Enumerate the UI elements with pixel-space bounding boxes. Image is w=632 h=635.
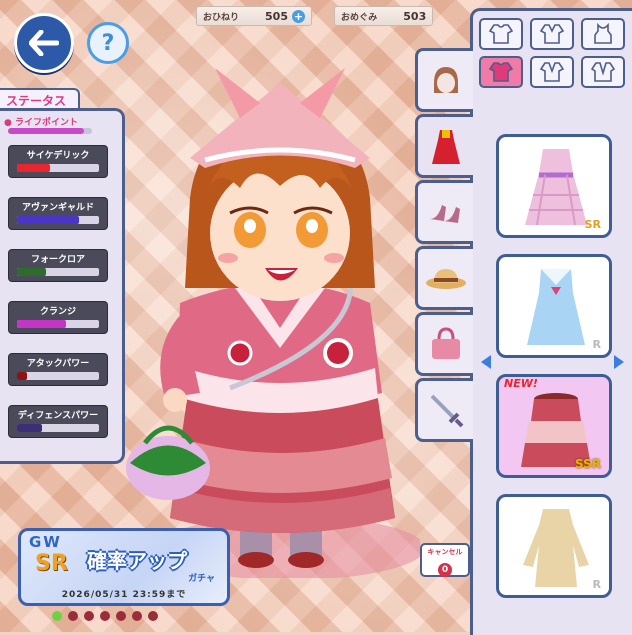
rarity-label: R <box>592 338 601 351</box>
stat-name: ディフェンスパワー <box>17 411 99 421</box>
stat-bar-fill <box>17 216 79 224</box>
new-badge: NEW! <box>504 377 538 390</box>
status-title: ステータス <box>0 88 80 110</box>
stat-card: サイケデリック <box>8 145 108 178</box>
pager-dot[interactable] <box>132 611 142 621</box>
stat-bar <box>17 164 99 172</box>
gacha-banner[interactable]: GW SR 確率アップ ガチャ 2026/05/31 23:59まで <box>18 528 230 606</box>
scroll-right-arrow[interactable] <box>614 355 624 369</box>
stat-bar <box>17 216 99 224</box>
tab-hair[interactable] <box>415 48 473 112</box>
hair-icon <box>433 67 458 93</box>
category-tshirt-tab[interactable] <box>479 56 523 88</box>
stat-bar-fill <box>17 268 46 276</box>
blouse-icon <box>488 24 514 44</box>
currency-label: おひねり <box>203 12 240 23</box>
stat-card: アタックパワー <box>8 353 108 386</box>
beige-dress-icon <box>523 509 589 587</box>
hat-icon <box>425 269 466 289</box>
currency-ohineri: おひねり 505 + <box>196 6 312 26</box>
life-point-text: ライフポイント <box>15 118 79 128</box>
rarity-label: SR <box>584 218 601 231</box>
add-currency-button[interactable]: + <box>291 9 305 23</box>
stat-bar-fill <box>17 372 27 380</box>
stat-bar-fill <box>17 424 42 432</box>
cancel-button[interactable]: キャンセル 0 <box>420 543 470 577</box>
tab-bag[interactable] <box>415 312 473 376</box>
stat-name: サイケデリック <box>26 151 90 161</box>
tab-weapon[interactable] <box>415 378 473 442</box>
cancel-count: 0 <box>438 563 452 577</box>
rarity-label: SSR <box>575 457 601 471</box>
stat-card: アヴァンギャルド <box>8 197 108 230</box>
tshirt-icon <box>488 62 514 82</box>
back-button[interactable] <box>14 13 74 73</box>
category-blouse-tab[interactable] <box>479 18 523 50</box>
bag-icon <box>431 327 460 359</box>
pink-plaid-dress-icon <box>525 149 587 226</box>
banner-gw: GW <box>29 533 62 551</box>
pager-dot[interactable] <box>52 611 62 621</box>
currency-omegumi: おめぐみ 503 <box>333 6 434 26</box>
category-sailor-tab[interactable] <box>530 56 574 88</box>
stat-name: クランジ <box>39 307 76 317</box>
stat-name: アヴァンギャルド <box>21 203 94 213</box>
banner-sr: SR <box>35 551 68 576</box>
banner-pager <box>52 611 158 621</box>
sailor-top-icon <box>539 62 565 82</box>
life-point-bar <box>8 128 92 134</box>
life-point-label: ● ライフポイント <box>4 118 79 128</box>
wardrobe-item-selected[interactable]: NEW! SSR <box>496 374 612 478</box>
shirt-icon <box>539 24 565 44</box>
stat-bar-fill <box>17 164 50 172</box>
character-avatar <box>126 68 420 578</box>
stat-card: フォークロア <box>8 249 108 282</box>
banner-date: 2026/05/31 23:59まで <box>61 590 187 600</box>
banner-sub: ガチャ <box>188 574 215 584</box>
stat-card: ディフェンスパワー <box>8 405 108 438</box>
jacket-icon <box>590 62 616 82</box>
shoes-icon <box>429 205 460 223</box>
pager-dot[interactable] <box>84 611 94 621</box>
scroll-left-arrow[interactable] <box>481 355 491 369</box>
stat-bar-fill <box>17 320 67 328</box>
rarity-label: R <box>592 578 601 591</box>
stat-name: アタックパワー <box>26 359 90 369</box>
pager-dot[interactable] <box>68 611 78 621</box>
tab-shoes[interactable] <box>415 180 473 244</box>
wardrobe-item[interactable]: R <box>496 254 612 358</box>
stat-bar <box>17 372 99 380</box>
back-arrow-icon <box>29 30 59 56</box>
pager-dot[interactable] <box>116 611 126 621</box>
wardrobe-item[interactable]: R <box>496 494 612 598</box>
stat-name: フォークロア <box>30 255 85 265</box>
tab-hat[interactable] <box>415 246 473 310</box>
currency-bar: おひねり 505 + おめぐみ 503 <box>196 6 434 26</box>
cancel-label: キャンセル <box>427 548 463 556</box>
stat-bar <box>17 424 99 432</box>
pager-dot[interactable] <box>148 611 158 621</box>
pager-dot[interactable] <box>100 611 110 621</box>
banner-headline: 確率アップ <box>87 549 187 573</box>
life-point-fill <box>8 128 84 134</box>
dress-icon <box>431 130 460 164</box>
category-shirt-tab[interactable] <box>530 18 574 50</box>
currency-value: 503 <box>403 9 427 23</box>
category-jacket-tab[interactable] <box>581 56 625 88</box>
category-tanktop-tab[interactable] <box>581 18 625 50</box>
currency-label: おめぐみ <box>340 12 378 23</box>
tab-outfit[interactable] <box>415 114 473 178</box>
wardrobe-item[interactable]: SR <box>496 134 612 238</box>
blue-sailor-dress-icon <box>527 269 585 345</box>
stat-card: クランジ <box>8 301 108 334</box>
stat-bar <box>17 320 99 328</box>
currency-value: 505 <box>265 9 288 23</box>
sword-icon <box>430 394 463 428</box>
tanktop-icon <box>594 23 612 44</box>
stat-bar <box>17 268 99 276</box>
